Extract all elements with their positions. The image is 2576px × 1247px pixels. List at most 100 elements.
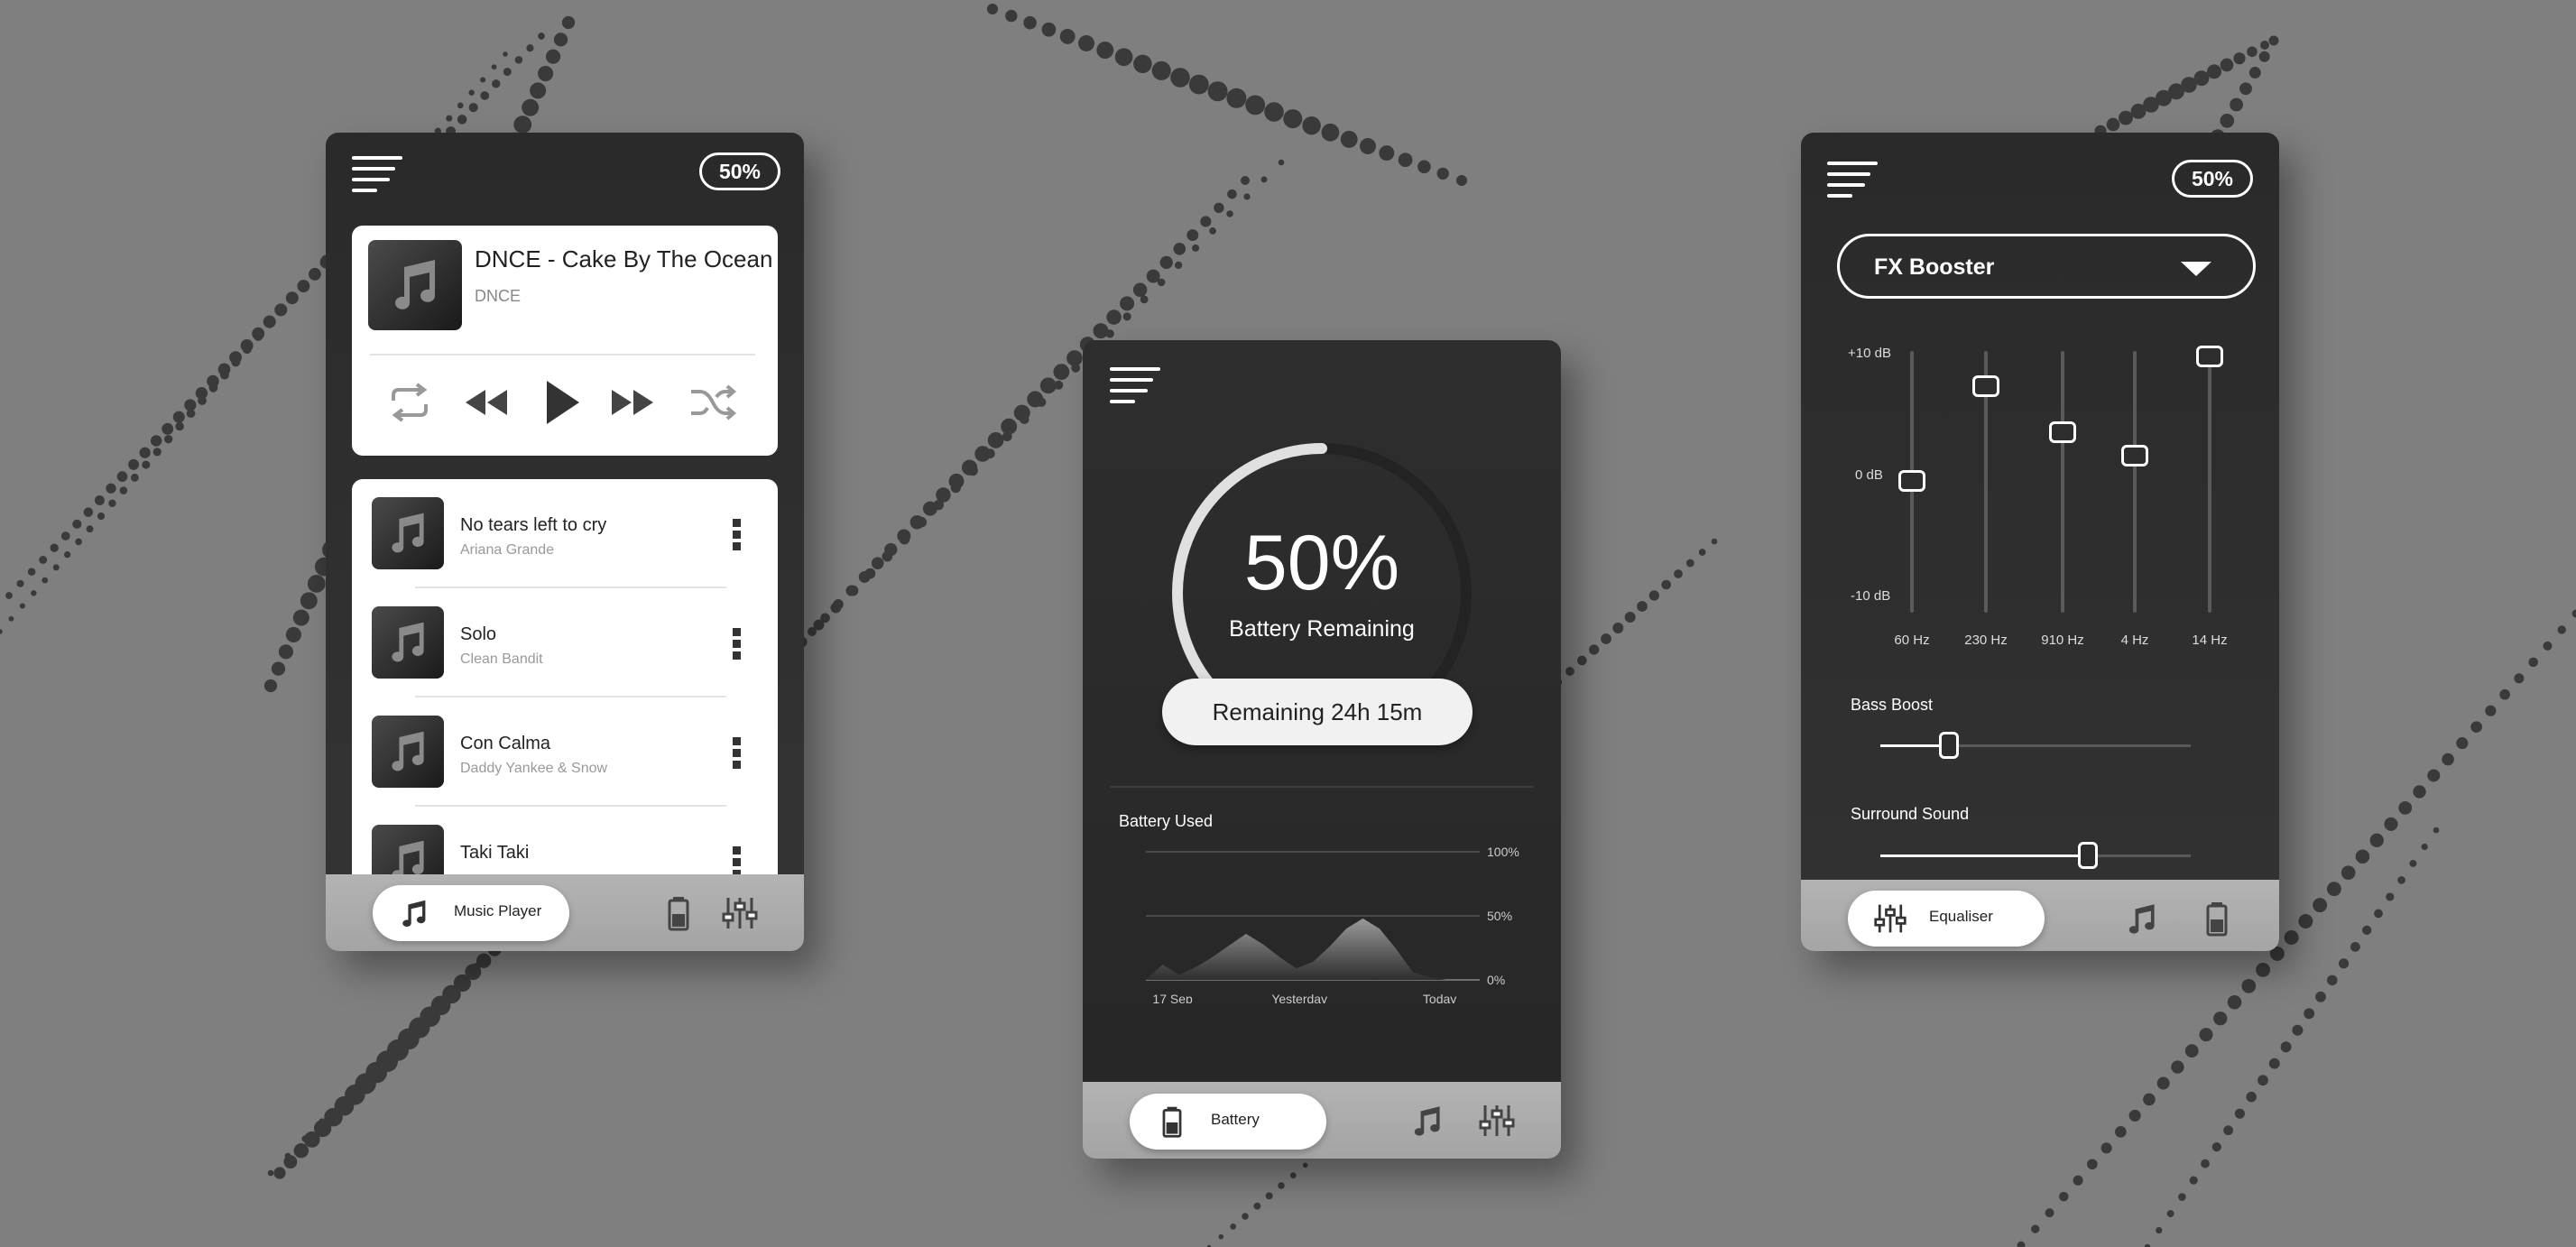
play-icon[interactable] bbox=[532, 377, 586, 428]
list-item[interactable]: Con Calma Daddy Yankee & Snow bbox=[352, 697, 778, 807]
eq-band-track[interactable] bbox=[2061, 351, 2064, 613]
eq-band-handle[interactable] bbox=[1972, 374, 1999, 397]
background-dot bbox=[2386, 892, 2395, 901]
background-dot bbox=[1140, 295, 1149, 304]
list-item[interactable]: Solo Clean Bandit bbox=[352, 588, 778, 697]
menu-icon[interactable] bbox=[1110, 367, 1160, 403]
eq-band-handle[interactable] bbox=[2121, 445, 2148, 467]
background-dot bbox=[1253, 1202, 1261, 1210]
background-dot bbox=[2258, 51, 2270, 62]
background-dot bbox=[468, 89, 475, 96]
music-note-icon[interactable] bbox=[1409, 1102, 1447, 1140]
background-dot bbox=[1260, 176, 1268, 183]
background-dot bbox=[2413, 785, 2426, 799]
background-dot bbox=[2233, 52, 2246, 65]
background-dot bbox=[1283, 109, 1303, 129]
y-tick-label: 100% bbox=[1487, 845, 1519, 859]
background-dot bbox=[1078, 35, 1094, 51]
background-dot bbox=[75, 538, 82, 546]
slider-handle[interactable] bbox=[2078, 842, 2099, 869]
db-label-max: +10 dB bbox=[1848, 346, 1891, 361]
battery-icon[interactable] bbox=[2198, 900, 2236, 938]
more-options-icon[interactable] bbox=[729, 628, 743, 664]
background-dot bbox=[1674, 569, 1683, 578]
background-dot bbox=[553, 32, 568, 47]
background-dot bbox=[1624, 612, 1636, 623]
bass-boost-slider[interactable] bbox=[1880, 732, 2191, 759]
background-dot bbox=[2284, 929, 2299, 945]
background-dot bbox=[1302, 115, 1321, 135]
background-dot bbox=[1093, 323, 1109, 339]
background-dot bbox=[31, 590, 37, 596]
background-dot bbox=[538, 65, 554, 82]
background-dot bbox=[1170, 68, 1190, 88]
background-dot bbox=[2128, 1109, 2141, 1122]
background-dot bbox=[2213, 1011, 2228, 1026]
music-note-icon[interactable] bbox=[2124, 900, 2162, 938]
more-options-icon[interactable] bbox=[729, 519, 743, 555]
music-note-icon bbox=[392, 731, 424, 771]
background-dot bbox=[108, 499, 116, 507]
battery-percent-pill: 50% bbox=[2172, 160, 2253, 198]
background-dot bbox=[1106, 309, 1122, 325]
more-options-icon[interactable] bbox=[729, 737, 743, 773]
background-dot bbox=[1455, 174, 1468, 187]
rewind-icon[interactable] bbox=[458, 377, 512, 428]
background-dot bbox=[2369, 833, 2384, 847]
background-dot bbox=[2514, 673, 2525, 684]
slider-handle[interactable] bbox=[1938, 732, 1959, 759]
y-tick-label: 0% bbox=[1487, 973, 1505, 987]
eq-band-label: 910 Hz bbox=[2041, 633, 2084, 648]
battery-percent-pill: 50% bbox=[699, 152, 780, 190]
bottom-nav: Music Player bbox=[326, 874, 804, 951]
background-dot bbox=[1278, 1182, 1285, 1189]
eq-band-track[interactable] bbox=[2133, 351, 2137, 613]
background-dot bbox=[2257, 1075, 2268, 1086]
background-dot bbox=[468, 103, 478, 113]
preset-dropdown[interactable]: FX Booster bbox=[1837, 234, 2256, 299]
nav-tab-equaliser[interactable]: Equaliser bbox=[1848, 891, 2045, 947]
surround-sound-slider[interactable] bbox=[1880, 842, 2191, 869]
background-dot bbox=[1114, 48, 1133, 67]
background-dot bbox=[1661, 579, 1671, 590]
background-dot bbox=[1020, 414, 1029, 424]
now-playing-card: DNCE - Cake By The Ocean DNCE bbox=[352, 226, 778, 456]
background-dot bbox=[2119, 110, 2133, 125]
song-title: DNCE - Cake By The Ocean bbox=[475, 245, 773, 272]
background-dot bbox=[1041, 22, 1057, 37]
fast-forward-icon[interactable] bbox=[606, 377, 660, 428]
background-dot bbox=[2220, 58, 2234, 72]
background-dot bbox=[208, 383, 218, 393]
battery-icon[interactable] bbox=[660, 894, 697, 932]
background-dot bbox=[8, 615, 14, 622]
background-dot bbox=[2045, 1208, 2054, 1218]
background-dot bbox=[480, 91, 490, 100]
background-dot bbox=[285, 626, 301, 643]
eq-band-handle[interactable] bbox=[2049, 420, 2076, 443]
eq-band-handle[interactable] bbox=[1898, 469, 1925, 492]
eq-band-handle[interactable] bbox=[2196, 345, 2223, 367]
music-note-icon bbox=[395, 260, 435, 309]
equaliser-icon[interactable] bbox=[721, 894, 759, 932]
background-dot bbox=[1265, 1192, 1273, 1200]
chart-title: Battery Used bbox=[1119, 812, 1214, 830]
background-dot bbox=[538, 32, 545, 40]
repeat-icon[interactable] bbox=[383, 377, 437, 428]
background-dot bbox=[899, 533, 910, 545]
equaliser-icon[interactable] bbox=[1478, 1102, 1516, 1140]
nav-tab-music-player[interactable]: Music Player bbox=[373, 885, 569, 941]
background-dot bbox=[2304, 1008, 2315, 1020]
nav-tab-battery[interactable]: Battery bbox=[1130, 1094, 1326, 1150]
menu-icon[interactable] bbox=[1827, 162, 1878, 198]
nav-tab-label: Equaliser bbox=[1929, 908, 1993, 925]
background-dot bbox=[1637, 601, 1648, 612]
list-item[interactable]: No tears left to cry Ariana Grande bbox=[352, 479, 778, 588]
menu-icon[interactable] bbox=[352, 156, 402, 192]
shuffle-icon[interactable] bbox=[686, 377, 740, 428]
background-dot bbox=[271, 661, 286, 676]
background-dot bbox=[2156, 1076, 2170, 1090]
background-dot bbox=[2442, 753, 2454, 766]
surround-sound-label: Surround Sound bbox=[1851, 805, 1970, 823]
eq-band-track[interactable] bbox=[2208, 351, 2211, 613]
background-dot bbox=[916, 516, 928, 528]
